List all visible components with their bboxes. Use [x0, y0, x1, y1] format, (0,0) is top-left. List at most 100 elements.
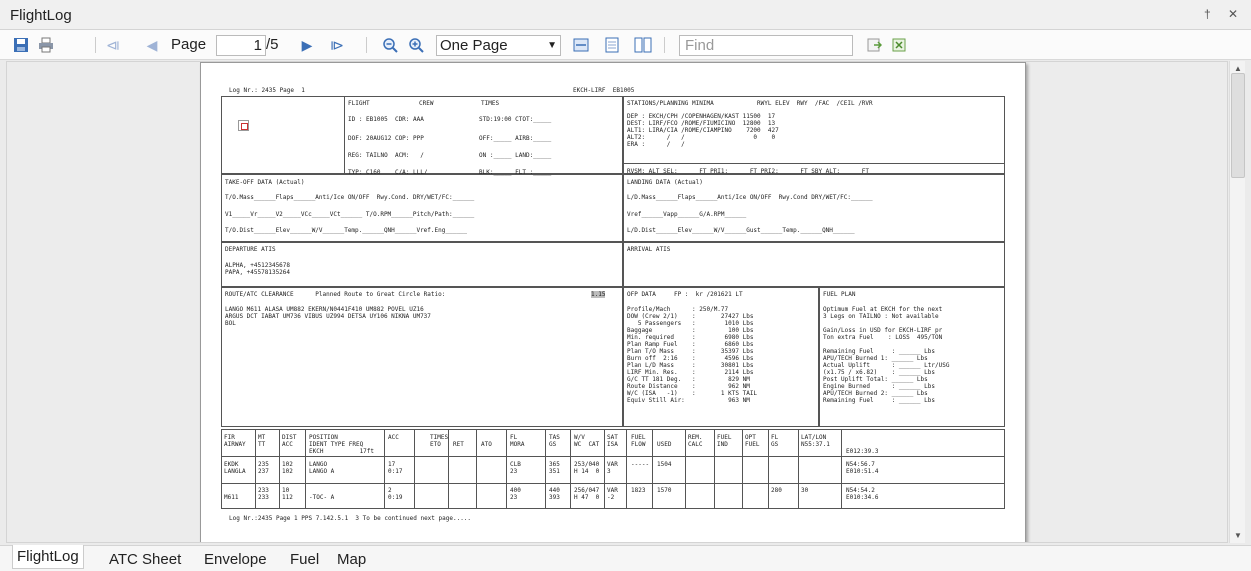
table-row-cell: 365 351: [549, 461, 560, 475]
last-page-icon[interactable]: ⧐: [330, 35, 344, 55]
fuel-plan-line: Post Uplift Total: ______ Lbs: [823, 376, 928, 383]
ofp-line: Baggage : 100 Lbs: [627, 327, 754, 334]
fuel-plan-line: APU/TECH Burned 1: ______ Lbs: [823, 355, 928, 362]
scroll-up-icon[interactable]: ▲: [1234, 64, 1242, 73]
table-row-cell: N54:56.7 E010:51.4: [846, 461, 879, 475]
ofp-line: 5 Passengers : 1010 Lbs: [627, 320, 754, 327]
route-line-3: BOL: [225, 320, 236, 327]
table-header-cell: LAT/LON: [801, 434, 827, 441]
zoom-value: One Page: [440, 37, 508, 54]
page-width-icon[interactable]: [572, 35, 590, 55]
ofp-line: Route Distance : 962 NM: [627, 383, 750, 390]
fuel-plan-header: FUEL PLAN: [823, 291, 856, 298]
table-header-cell: MORA: [510, 441, 525, 448]
table-header-cell: FUEL: [631, 434, 646, 441]
table-header-cell: WC CAT: [574, 441, 600, 448]
alt2-line: ALT2: / / 0 0: [627, 134, 776, 141]
window-titlebar: FlightLog † ✕: [0, 0, 1251, 30]
pin-icon[interactable]: †: [1204, 7, 1211, 21]
table-header-cell: DIST: [282, 434, 297, 441]
table-row-cell: 1570: [657, 487, 672, 494]
table-header-cell: ATO: [481, 441, 492, 448]
table-row-cell: M611: [224, 494, 239, 501]
export-excel-icon[interactable]: [890, 35, 908, 55]
table-header-cell: RET: [453, 441, 464, 448]
table-header-cell: ACC: [388, 434, 399, 441]
ofp-line: Equiv Still Air: 963 NM: [627, 397, 750, 404]
tab-flightlog[interactable]: FlightLog: [12, 545, 84, 569]
page-number-input[interactable]: 1: [216, 35, 266, 56]
export-icon[interactable]: [865, 35, 883, 55]
takeoff-line-1: T/O.Mass______Flaps______Anti/Ice ON/OFF…: [225, 194, 475, 201]
table-header-cell: CALC: [688, 441, 703, 448]
table-header-cell: GS: [771, 441, 779, 448]
table-header-cell: POSITION: [309, 434, 338, 441]
dest-line: DEST: LIRF/FCO /ROME/FIUMICINO 12800 13: [627, 120, 776, 127]
route-header: ROUTE/ATC CLEARANCE Planned Route to Gre…: [225, 291, 446, 298]
landing-line-3: L/D.Dist______Elev______W/V______Gust___…: [627, 227, 855, 234]
window-title: FlightLog: [10, 7, 72, 24]
save-icon[interactable]: [12, 35, 30, 55]
table-row-cell: EKDK LANGLA: [224, 461, 246, 475]
bottom-tab-bar: FlightLog ATC Sheet Envelope Fuel Map: [0, 545, 1251, 571]
first-page-icon[interactable]: ⧏: [106, 35, 120, 55]
route-line-1: LANGO M611 ALASA UM882 EKERN/N0441F410 U…: [225, 306, 424, 313]
table-row-cell: 400 23: [510, 487, 521, 501]
table-row-cell: VAR 3: [607, 461, 618, 475]
ofp-header: OFP DATA FP : kr /201621 LT: [627, 291, 743, 298]
print-icon[interactable]: [37, 35, 55, 55]
departure-atis-line-2: PAPA, +45578135264: [225, 269, 291, 276]
table-header-cell: FL: [771, 434, 779, 441]
page-total: /5: [266, 36, 279, 53]
fuel-plan-line: APU/TECH Burned 2: ______ Lbs: [823, 390, 928, 397]
table-row-cell: 1823: [631, 487, 646, 494]
page-label: Page: [171, 36, 207, 53]
table-row-cell: 440 393: [549, 487, 560, 501]
ofp-line: Plan L/D Mass : 30801 Lbs: [627, 362, 754, 369]
on-line: ON :_____ LAND:_____: [479, 152, 552, 159]
close-icon[interactable]: ✕: [1228, 7, 1238, 21]
tab-atc-sheet[interactable]: ATC Sheet: [109, 551, 181, 568]
table-row-cell: 256/047 H 47 0: [574, 487, 600, 501]
two-page-icon[interactable]: [633, 35, 653, 55]
table-row-cell: 2 0:19: [388, 487, 403, 501]
tab-fuel[interactable]: Fuel: [290, 551, 319, 568]
ofp-line: Burn off 2:16 : 4596 Lbs: [627, 355, 754, 362]
fuel-plan-line: 3 Legs on TAILNO : Not available: [823, 313, 939, 320]
table-header-cell: FUEL: [717, 434, 732, 441]
tab-map[interactable]: Map: [337, 551, 366, 568]
col-flight: FLIGHT: [348, 100, 370, 107]
ofp-line: Plan Ramp Fuel : 6860 Lbs: [627, 341, 754, 348]
single-page-icon[interactable]: [603, 35, 621, 55]
table-header-cell: FL: [510, 434, 518, 441]
table-header-cell: GS: [549, 441, 557, 448]
find-input[interactable]: Find: [679, 35, 853, 56]
scroll-down-icon[interactable]: ▼: [1234, 531, 1242, 540]
table-row-cell: -----: [631, 461, 650, 468]
next-page-icon[interactable]: ▶: [300, 35, 314, 55]
previous-page-icon[interactable]: ◀: [145, 35, 159, 55]
ofp-line: W/C (ISA -1) : 1 KTS TAIL: [627, 390, 758, 397]
fuel-plan-line: Gain/Loss in USD for EKCH-LIRF pr: [823, 327, 943, 334]
scroll-thumb[interactable]: [1231, 73, 1245, 178]
flight-log-page: Log Nr.: 2435 Page 1 EKCH-LIRF EB1005 FL…: [200, 62, 1026, 542]
table-header-cell: FLOW: [631, 441, 646, 448]
tab-envelope[interactable]: Envelope: [204, 551, 267, 568]
table-header-cell: FUEL: [745, 441, 760, 448]
table-header-cell: IDENT TYPE FREQ: [309, 441, 364, 448]
zoom-select[interactable]: One Page ▼: [436, 35, 561, 56]
off-line: OFF:_____ AIRB:_____: [479, 135, 552, 142]
table-header-coord: E012:39.3: [846, 448, 879, 455]
zoom-out-icon[interactable]: [381, 35, 399, 55]
table-header-cell: TAS: [549, 434, 560, 441]
fuel-plan-line: Remaining Fuel : ______ Lbs: [823, 397, 935, 404]
landing-header: LANDING DATA (Actual): [627, 179, 703, 186]
report-viewer[interactable]: Log Nr.: 2435 Page 1 EKCH-LIRF EB1005 FL…: [6, 61, 1228, 543]
id-line: ID : EB1005 CDR: AAA: [348, 116, 424, 123]
vertical-scrollbar[interactable]: ▲ ▼: [1229, 61, 1245, 543]
table-row-cell: 233 233: [258, 487, 269, 501]
table-header-cell: W/V: [574, 434, 585, 441]
table-row-cell: 235 237: [258, 461, 269, 475]
zoom-in-icon[interactable]: [407, 35, 425, 55]
dep-line: DEP : EKCH/CPH /COPENHAGEN/KAST 11500 17: [627, 113, 776, 120]
